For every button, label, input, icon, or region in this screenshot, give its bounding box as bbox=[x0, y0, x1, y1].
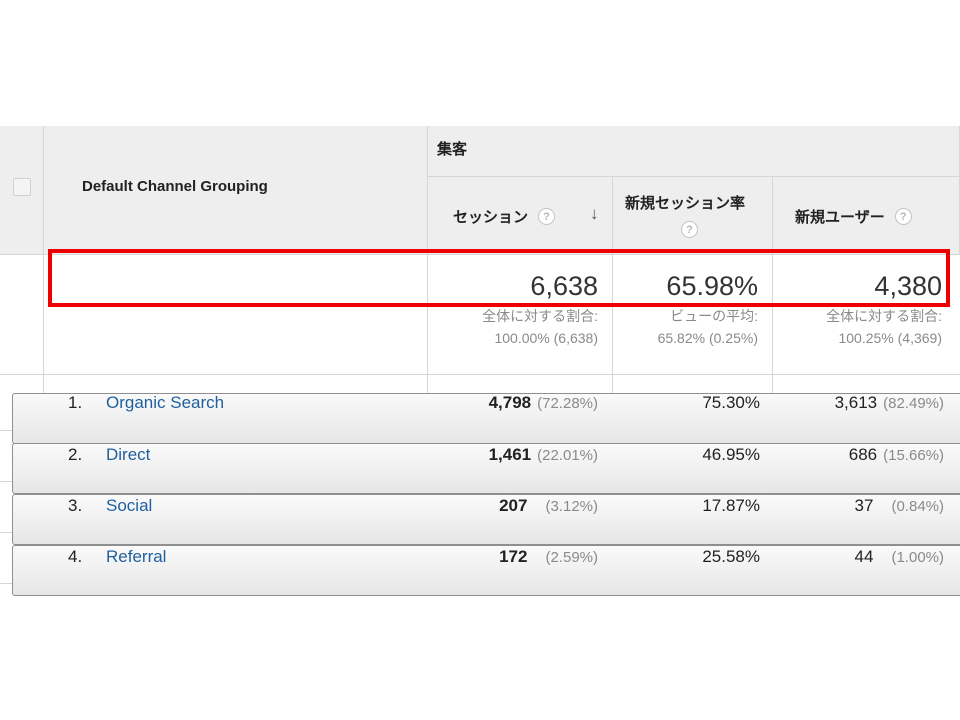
column-label: 新規セッション率 bbox=[625, 195, 746, 212]
new-users-percent: (82.49%) bbox=[883, 395, 944, 412]
new-users-cell: 37 (0.84%) bbox=[855, 496, 944, 516]
total-new-session-rate-caption: ビューの平均: bbox=[670, 308, 758, 324]
new-users-cell: 686 (15.66%) bbox=[849, 445, 944, 465]
new-session-rate-cell: 75.30% bbox=[702, 393, 760, 412]
new-users-percent: (1.00%) bbox=[891, 549, 944, 566]
sessions-percent: (2.59%) bbox=[545, 549, 598, 566]
new-users-value: 3,613 bbox=[834, 393, 878, 412]
sessions-cell: 1,461 (22.01%) bbox=[489, 445, 598, 465]
table-row: 2. Direct 1,461 (22.01%) 46.95% 686 (15.66… bbox=[0, 430, 960, 494]
sessions-cell: 4,798 (72.28%) bbox=[489, 393, 598, 413]
channel-report-table: Default Channel Grouping 集客 セッション ? ↓ 新規… bbox=[0, 126, 960, 596]
dimension-header[interactable]: Default Channel Grouping bbox=[82, 178, 268, 195]
divider bbox=[427, 176, 960, 177]
new-users-value: 37 bbox=[854, 496, 874, 515]
column-header-new-users[interactable]: 新規ユーザー ? bbox=[795, 206, 912, 227]
channel-link[interactable]: Social bbox=[106, 496, 152, 516]
sessions-cell: 207 (3.12%) bbox=[499, 496, 598, 516]
row-index: 4. bbox=[68, 547, 83, 566]
select-all-checkbox[interactable] bbox=[13, 178, 31, 196]
row-index: 1. bbox=[68, 393, 83, 412]
sessions-value: 4,798 bbox=[488, 393, 532, 412]
table-row: 1. Organic Search 4,798 (72.28%) 75.30% 3… bbox=[0, 378, 960, 444]
row-index: 3. bbox=[68, 496, 83, 515]
highlight-box bbox=[48, 249, 950, 307]
sessions-cell: 172 (2.59%) bbox=[499, 547, 598, 567]
group-header: 集客 bbox=[437, 141, 468, 158]
help-icon[interactable]: ? bbox=[538, 208, 556, 225]
channel-link[interactable]: Direct bbox=[106, 445, 150, 465]
column-label: 新規ユーザー bbox=[795, 209, 885, 226]
help-icon[interactable]: ? bbox=[894, 208, 912, 225]
new-session-rate-cell: 17.87% bbox=[702, 496, 760, 515]
column-header-new-session-rate[interactable]: 新規セッション率 bbox=[625, 192, 745, 213]
table-row: 4. Referral 172 (2.59%) 25.58% 44 (1.00%) bbox=[0, 532, 960, 596]
new-session-rate-cell: 25.58% bbox=[702, 547, 760, 566]
row-index: 2. bbox=[68, 445, 83, 464]
channel-link[interactable]: Organic Search bbox=[106, 393, 224, 413]
help-icon[interactable]: ? bbox=[681, 221, 698, 238]
new-users-cell: 3,613 (82.49%) bbox=[835, 393, 944, 413]
new-users-value: 686 bbox=[848, 445, 878, 464]
sort-down-arrow-icon[interactable]: ↓ bbox=[590, 204, 599, 224]
table-row: 3. Social 207 (3.12%) 17.87% 37 (0.84%) bbox=[0, 481, 960, 545]
sessions-value: 1,461 bbox=[488, 445, 532, 464]
total-new-users-detail: 100.25% (4,369) bbox=[838, 330, 942, 346]
total-new-session-rate-detail: 65.82% (0.25%) bbox=[657, 330, 758, 346]
channel-link[interactable]: Referral bbox=[106, 547, 166, 567]
sessions-percent: (22.01%) bbox=[537, 447, 598, 464]
sessions-percent: (72.28%) bbox=[537, 395, 598, 412]
new-session-rate-cell: 46.95% bbox=[702, 445, 760, 464]
column-label: セッション bbox=[453, 209, 529, 226]
new-users-percent: (15.66%) bbox=[883, 447, 944, 464]
new-users-value: 44 bbox=[854, 547, 874, 566]
sessions-percent: (3.12%) bbox=[545, 498, 598, 515]
new-users-percent: (0.84%) bbox=[891, 498, 944, 515]
sessions-value: 207 bbox=[499, 496, 528, 515]
column-header-sessions[interactable]: セッション ? bbox=[453, 206, 556, 227]
divider bbox=[0, 374, 960, 375]
new-users-cell: 44 (1.00%) bbox=[855, 547, 944, 567]
total-new-users-caption: 全体に対する割合: bbox=[826, 308, 942, 324]
total-sessions-caption: 全体に対する割合: bbox=[482, 308, 598, 324]
sessions-value: 172 bbox=[499, 547, 528, 566]
total-sessions-detail: 100.00% (6,638) bbox=[494, 330, 598, 346]
